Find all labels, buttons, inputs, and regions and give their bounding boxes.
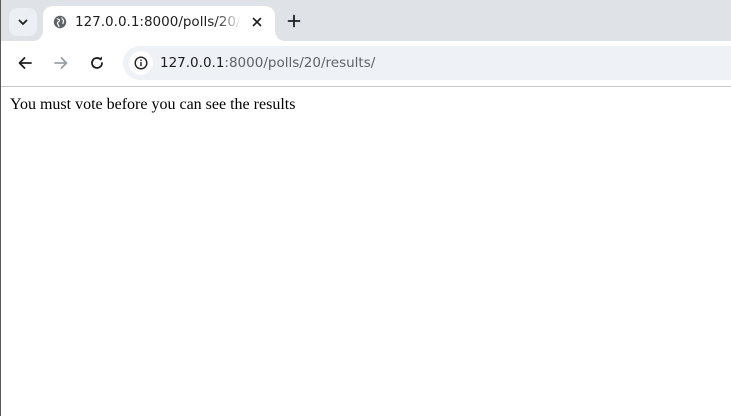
info-icon — [134, 56, 148, 70]
back-button[interactable] — [14, 52, 36, 74]
results-message: You must vote before you can see the res… — [10, 96, 296, 113]
url-host: 127.0.0.1 — [160, 55, 225, 71]
plus-icon — [287, 14, 301, 28]
chevron-down-icon — [18, 19, 28, 25]
page-content: You must vote before you can see the res… — [1, 87, 731, 416]
reload-button[interactable] — [86, 52, 108, 74]
tab-active[interactable]: 127.0.0.1:8000/polls/20/ — [43, 6, 275, 41]
tab-title: 127.0.0.1:8000/polls/20/ — [75, 14, 241, 30]
arrow-right-icon — [54, 57, 68, 69]
tab-strip: 127.0.0.1:8000/polls/20/ — [1, 0, 731, 41]
toolbar: 127.0.0.1:8000/polls/20/results/ — [1, 41, 731, 87]
tab-close-button[interactable] — [249, 14, 265, 30]
site-info-button[interactable] — [129, 51, 153, 75]
new-tab-button[interactable] — [283, 10, 305, 32]
url-text[interactable]: 127.0.0.1:8000/polls/20/results/ — [160, 54, 375, 72]
close-icon — [252, 17, 262, 27]
globe-icon — [53, 15, 67, 29]
address-bar[interactable]: 127.0.0.1:8000/polls/20/results/ — [123, 46, 731, 80]
arrow-left-icon — [18, 57, 32, 69]
reload-icon — [91, 56, 103, 69]
forward-button[interactable] — [50, 52, 72, 74]
browser-window: 127.0.0.1:8000/polls/20/ 127.0.0.1:8000/… — [0, 0, 731, 416]
url-path: :8000/polls/20/results/ — [224, 55, 376, 71]
